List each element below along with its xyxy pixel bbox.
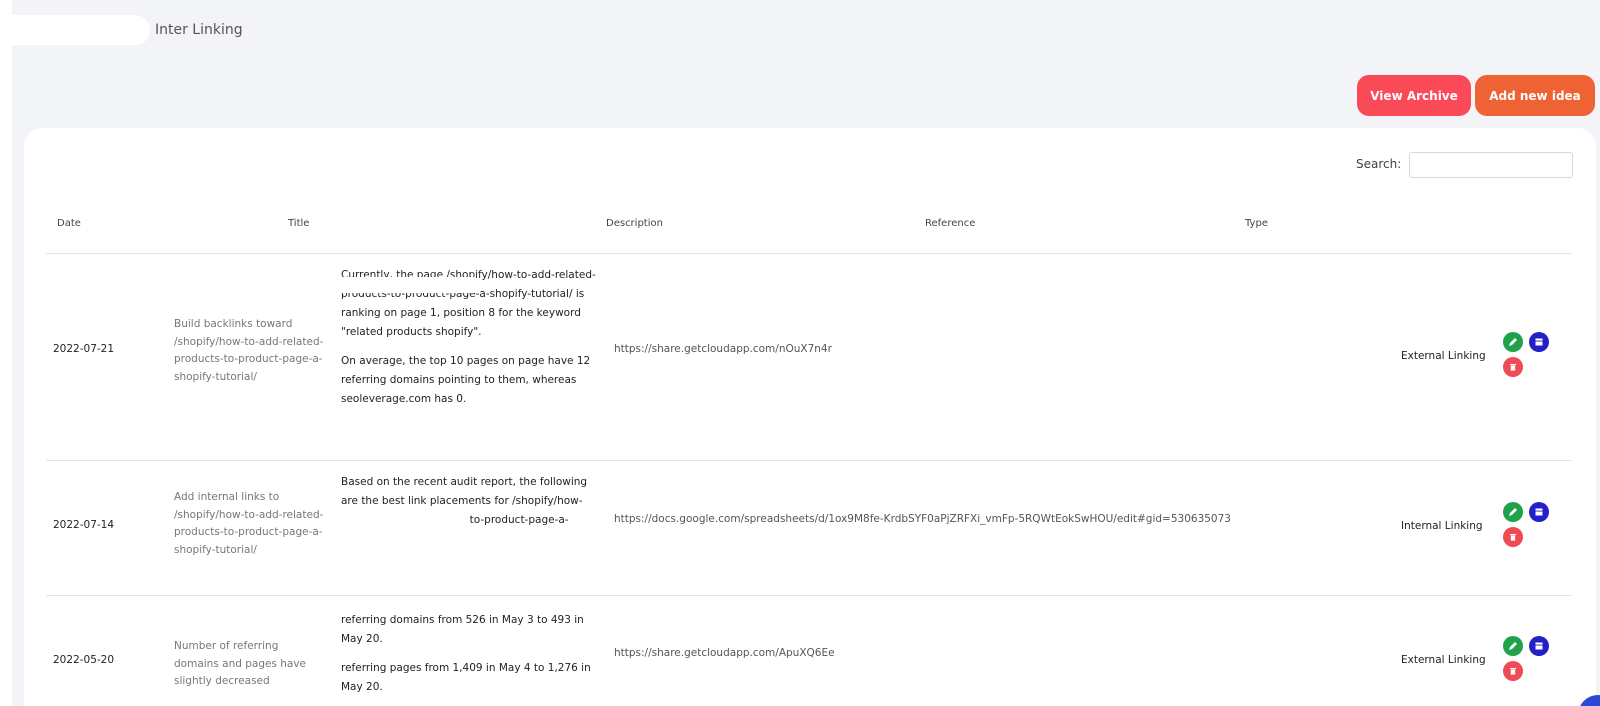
row-reference-link[interactable]: https://share.getcloudapp.com/ApuXQ6Ee [614,644,835,663]
search-label: Search: [1356,157,1402,171]
pencil-icon [1509,338,1517,346]
breadcrumb-home-pill[interactable] [0,15,150,45]
column-header-description[interactable]: Description [606,218,663,229]
row-reference-link[interactable]: https://docs.google.com/spreadsheets/d/1… [614,510,1231,529]
trash-icon [1510,668,1516,675]
row-title: Build backlinks toward /shopify/how-to-a… [174,318,324,383]
archive-icon [1535,642,1543,650]
row-description: referring domains from 526 in May 3 to 4… [341,611,596,706]
pencil-icon [1509,508,1517,516]
edit-button[interactable] [1503,332,1523,352]
column-header-reference[interactable]: Reference [925,218,975,229]
row-date: 2022-07-14 [53,519,115,531]
row-divider [46,595,1572,596]
view-archive-button[interactable]: View Archive [1357,75,1471,116]
redaction-mask [338,510,470,544]
column-header-date[interactable]: Date [57,218,81,229]
archive-button[interactable] [1529,332,1549,352]
delete-button[interactable] [1503,357,1523,377]
row-type: External Linking [1401,350,1486,362]
row-title: Number of referring domains and pages ha… [174,640,307,687]
row-divider [46,460,1572,461]
description-paragraph: referring domains from 526 in May 3 to 4… [341,614,584,645]
archive-button[interactable] [1529,636,1549,656]
header-divider [46,253,1572,254]
archive-icon [1535,338,1543,346]
row-date: 2022-05-20 [53,654,115,666]
trash-icon [1510,534,1516,541]
delete-button[interactable] [1503,527,1523,547]
delete-button[interactable] [1503,661,1523,681]
edit-button[interactable] [1503,502,1523,522]
search-input[interactable] [1409,152,1573,178]
description-paragraph: On average, the top 10 pages on page hav… [341,355,591,405]
description-paragraph: referring pages from 1,409 in May 4 to 1… [341,662,591,693]
column-header-type[interactable]: Type [1245,218,1268,229]
trash-icon [1510,364,1516,371]
archive-button[interactable] [1529,502,1549,522]
row-date: 2022-07-21 [53,343,115,355]
redaction-mask [338,277,476,293]
ideas-table-card [24,128,1596,706]
add-new-idea-button[interactable]: Add new idea [1475,75,1595,116]
row-title: Add internal links to /shopify/how-to-ad… [174,491,324,556]
breadcrumb-current: Inter Linking [155,22,243,38]
row-type: Internal Linking [1401,520,1483,532]
row-reference-link[interactable]: https://share.getcloudapp.com/nOuX7n4r [614,340,832,359]
archive-icon [1535,508,1543,516]
row-type: External Linking [1401,654,1486,666]
pencil-icon [1509,642,1517,650]
edit-button[interactable] [1503,636,1523,656]
sidebar-edge [0,0,12,706]
column-header-title[interactable]: Title [288,218,309,229]
